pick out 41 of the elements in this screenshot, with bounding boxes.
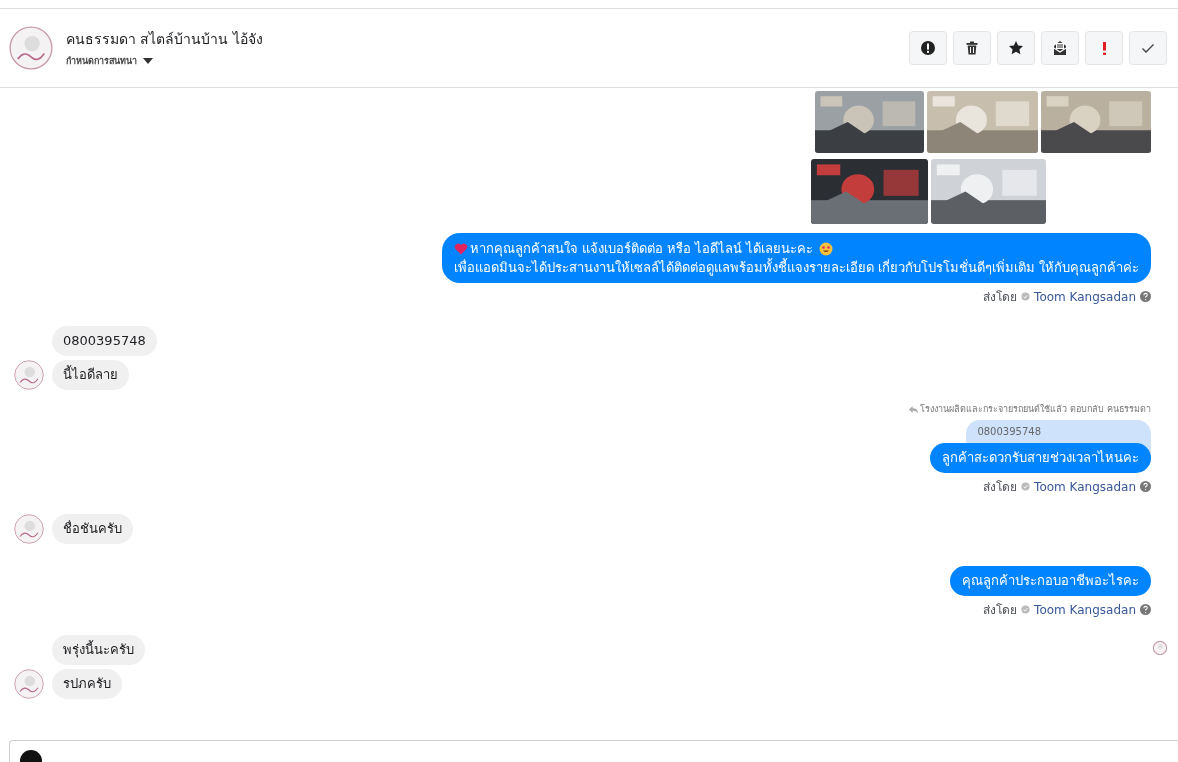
message-bubble: 0800395748 (52, 326, 157, 356)
avatar (14, 669, 44, 699)
reply-icon (909, 404, 919, 414)
help-icon[interactable] (1140, 291, 1151, 302)
message-bubble: ชื่อชันครับ (52, 514, 133, 544)
heart-icon (453, 241, 468, 256)
message-bubble: ลูกค้าสะดวกรับสายช่วงเวลาไหนคะ (930, 443, 1151, 473)
check-icon (1021, 605, 1031, 614)
sent-by-label: ส่งโดย (983, 289, 1018, 306)
check-icon (1021, 482, 1031, 491)
smiley-icon (819, 241, 834, 256)
caret-icon (143, 58, 153, 64)
conversation-title: คนธรรมดา สไตล์บ้านบ้าน ไอ้จัง (66, 30, 264, 49)
star-button[interactable] (997, 31, 1035, 65)
avatar (14, 514, 44, 544)
star-icon (1008, 40, 1024, 56)
help-icon[interactable] (1140, 604, 1151, 615)
important-button[interactable] (1085, 31, 1123, 65)
sent-by-label: ส่งโดย (983, 479, 1018, 496)
help-icon[interactable] (1140, 481, 1151, 492)
check-icon (1021, 292, 1031, 301)
message-bubble: รปภครับ (52, 669, 122, 699)
sender-link[interactable]: Toom Kangsadan (1034, 289, 1136, 304)
message-bubble: หากคุณลูกค้าสนใจ แจ้งเบอร์ติดต่อ หรือ ไอดีไลน์ ได้เลยนะคะ เพื่อแอดมินจะได้ประสานงานให้เซลล์ได้ติดต่อดูแลพร้อมทั้งชี้แจงรายละเอียด เกี่ยวกับโปรโมชั่นดีๆเพิ่มเติม ให้กับคุณลูกค้าค่ะ (441, 233, 1151, 283)
alert-icon (920, 40, 936, 56)
trash-icon (964, 40, 980, 56)
reply-note: โรงงานผลิตและกระจายรถยนต์ใช้แล้ว ตอบกลับ คนธรรมดา (920, 403, 1151, 416)
sender-link[interactable]: Toom Kangsadan (1034, 602, 1136, 617)
mail-button[interactable] (1041, 31, 1079, 65)
exclamation-icon (1102, 41, 1106, 55)
message-bubble: คุณลูกค้าประกอบอาชีพอะไรคะ (950, 566, 1151, 596)
message-bubble: พรุ่งนี้นะครับ (52, 635, 145, 665)
avatar (9, 26, 53, 70)
envelope-icon (1052, 40, 1068, 56)
trash-button[interactable] (953, 31, 991, 65)
avatar (14, 360, 44, 390)
message-bubble: นี้ไอดีลาย (52, 360, 129, 390)
sent-by-label: ส่งโดย (983, 602, 1018, 619)
conversation-settings-dropdown[interactable]: กำหนดการสนทนา (66, 54, 909, 68)
sender-link[interactable]: Toom Kangsadan (1034, 479, 1136, 494)
alert-button[interactable] (909, 31, 947, 65)
